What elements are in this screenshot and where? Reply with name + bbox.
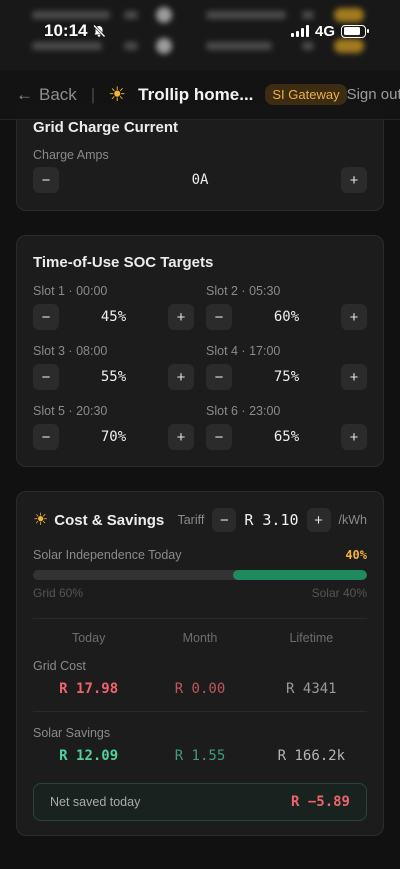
gateway-badge: SI Gateway bbox=[265, 84, 347, 105]
savings-today: R 12.09 bbox=[59, 748, 119, 764]
slot-3-decrement-button[interactable]: − bbox=[33, 364, 59, 390]
slot-5-decrement-button[interactable]: − bbox=[33, 424, 59, 450]
back-label: Back bbox=[39, 84, 77, 104]
independence-progress-bar bbox=[33, 570, 367, 580]
slot-1-decrement-button[interactable]: − bbox=[33, 304, 59, 330]
tariff-increment-button[interactable]: + bbox=[306, 508, 331, 532]
grid-cost-today: R 17.98 bbox=[59, 681, 119, 697]
charge-amps-stepper: − 0A + bbox=[33, 167, 367, 193]
signal-icon bbox=[290, 25, 309, 37]
status-time-group: 10:14 bbox=[44, 21, 106, 41]
charge-amps-label: Charge Amps bbox=[33, 148, 109, 162]
grid-cost-label: Grid Cost bbox=[33, 659, 86, 673]
grid-cost-month: R 0.00 bbox=[174, 681, 226, 697]
cost-savings-card: ☀ Cost & Savings Tariff − R 3.10 + /kWh … bbox=[16, 491, 384, 836]
grid-solar-split: Grid 60% Solar 40% bbox=[33, 586, 367, 600]
net-saved-value: R −5.89 bbox=[290, 794, 350, 810]
sun-icon: ☀ bbox=[33, 510, 49, 529]
column-header-lifetime: Lifetime bbox=[289, 631, 334, 645]
slot-value: 65% bbox=[273, 429, 300, 445]
slot-4-decrement-button[interactable]: − bbox=[206, 364, 232, 390]
slot-value: 70% bbox=[100, 429, 127, 445]
independence-label: Solar Independence Today bbox=[33, 548, 182, 562]
solar-share-label: Solar 40% bbox=[311, 586, 367, 600]
grid-charge-card: Grid Charge Current Charge Amps − 0A + bbox=[16, 104, 384, 211]
slot-stepper: − 75% + bbox=[206, 364, 367, 390]
slot-2-decrement-button[interactable]: − bbox=[206, 304, 232, 330]
slot-stepper: − 55% + bbox=[33, 364, 194, 390]
arrow-left-icon: ← bbox=[16, 84, 33, 104]
back-button[interactable]: ← Back bbox=[16, 85, 77, 105]
sign-out-link[interactable]: Sign out bbox=[347, 86, 400, 103]
tariff-unit: /kWh bbox=[338, 513, 367, 527]
savings-lifetime: R 166.2k bbox=[277, 748, 346, 764]
solar-savings-label: Solar Savings bbox=[33, 726, 111, 740]
tou-slot-6: Slot 6 · 23:00 − 65% + bbox=[206, 404, 367, 450]
grid-cost-row: R 17.98 R 0.00 R 4341 bbox=[33, 681, 367, 697]
column-header-today: Today bbox=[71, 631, 106, 645]
slot-value: 45% bbox=[100, 309, 127, 325]
slot-label: Slot 4 · 17:00 bbox=[206, 344, 281, 358]
slot-label: Slot 5 · 20:30 bbox=[33, 404, 108, 418]
slot-label: Slot 6 · 23:00 bbox=[206, 404, 281, 418]
column-header-month: Month bbox=[182, 631, 218, 645]
tariff-value: R 3.10 bbox=[244, 511, 299, 529]
period-column-headers: Today Month Lifetime bbox=[33, 631, 367, 645]
status-bar: 10:14 4G bbox=[0, 0, 400, 62]
divider bbox=[33, 711, 367, 712]
slot-stepper: − 65% + bbox=[206, 424, 367, 450]
charge-amps-increment-button[interactable]: + bbox=[340, 167, 367, 193]
tou-slot-5: Slot 5 · 20:30 − 70% + bbox=[33, 404, 194, 450]
site-title: Trollip home... bbox=[138, 84, 254, 104]
network-type: 4G bbox=[314, 22, 335, 40]
grid-share-label: Grid 60% bbox=[33, 586, 84, 600]
grid-cost-lifetime: R 4341 bbox=[286, 681, 337, 697]
bell-slash-icon bbox=[93, 24, 106, 38]
cost-title: Cost & Savings bbox=[54, 511, 165, 529]
slot-6-decrement-button[interactable]: − bbox=[206, 424, 232, 450]
solar-savings-row: R 12.09 R 1.55 R 166.2k bbox=[33, 748, 367, 764]
clock: 10:14 bbox=[44, 21, 88, 40]
cost-header: ☀ Cost & Savings Tariff − R 3.10 + /kWh bbox=[33, 508, 367, 532]
tou-soc-card: Time-of-Use SOC Targets Slot 1 · 00:00 −… bbox=[16, 235, 384, 467]
slot-value: 55% bbox=[100, 369, 127, 385]
tou-slot-3: Slot 3 · 08:00 − 55% + bbox=[33, 344, 194, 390]
slot-label: Slot 2 · 05:30 bbox=[206, 284, 281, 298]
slot-6-increment-button[interactable]: + bbox=[340, 424, 367, 450]
slot-stepper: − 45% + bbox=[33, 304, 194, 330]
app-header: ← Back | ☀ Trollip home... SI Gateway Si… bbox=[0, 70, 400, 120]
tou-title: Time-of-Use SOC Targets bbox=[33, 254, 214, 271]
net-saved-label: Net saved today bbox=[50, 795, 141, 809]
slot-value: 75% bbox=[273, 369, 300, 385]
charge-amps-decrement-button[interactable]: − bbox=[33, 167, 59, 193]
tou-slot-1: Slot 1 · 00:00 − 45% + bbox=[33, 284, 194, 330]
tariff-stepper: Tariff − R 3.10 + /kWh bbox=[177, 508, 367, 532]
slot-stepper: − 70% + bbox=[33, 424, 194, 450]
divider bbox=[33, 618, 367, 619]
independence-percent: 40% bbox=[345, 548, 367, 562]
slot-value: 60% bbox=[273, 309, 300, 325]
tou-slot-2: Slot 2 · 05:30 − 60% + bbox=[206, 284, 367, 330]
slot-3-increment-button[interactable]: + bbox=[167, 364, 194, 390]
charge-amps-value: 0A bbox=[191, 172, 209, 188]
tariff-label: Tariff bbox=[177, 513, 205, 527]
slot-2-increment-button[interactable]: + bbox=[340, 304, 367, 330]
battery-icon bbox=[341, 24, 369, 38]
savings-month: R 1.55 bbox=[174, 748, 226, 764]
slot-label: Slot 3 · 08:00 bbox=[33, 344, 108, 358]
sun-icon: ☀ bbox=[108, 84, 127, 106]
slot-1-increment-button[interactable]: + bbox=[167, 304, 194, 330]
slot-4-increment-button[interactable]: + bbox=[340, 364, 367, 390]
independence-header: Solar Independence Today 40% bbox=[33, 548, 367, 562]
tariff-decrement-button[interactable]: − bbox=[212, 508, 237, 532]
slot-5-increment-button[interactable]: + bbox=[167, 424, 194, 450]
net-saved-panel: Net saved today R −5.89 bbox=[33, 783, 367, 821]
header-divider: | bbox=[90, 84, 96, 104]
slot-stepper: − 60% + bbox=[206, 304, 367, 330]
tou-slot-4: Slot 4 · 17:00 − 75% + bbox=[206, 344, 367, 390]
grid-charge-title: Grid Charge Current bbox=[33, 119, 179, 136]
solar-share-fill bbox=[233, 570, 367, 580]
slot-label: Slot 1 · 00:00 bbox=[33, 284, 108, 298]
status-indicators: 4G bbox=[290, 22, 369, 40]
